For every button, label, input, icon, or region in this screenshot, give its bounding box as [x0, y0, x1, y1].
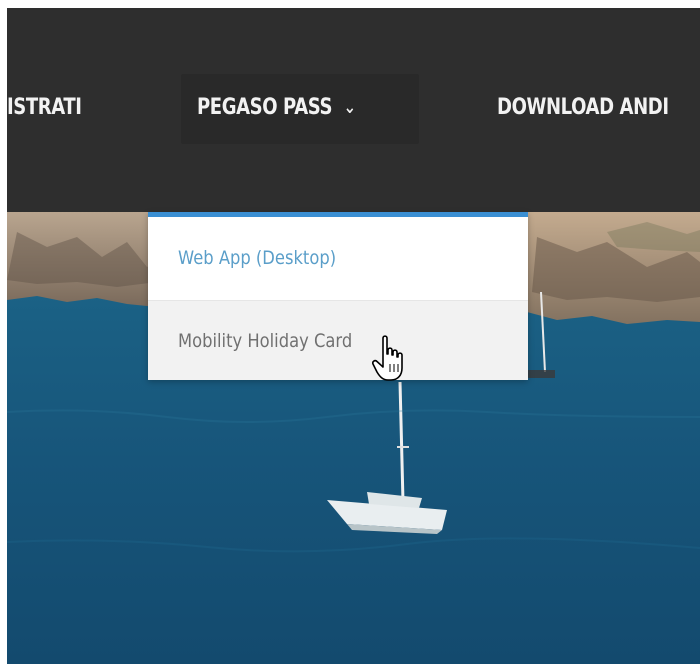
nav-item-label: DOWNLOAD ANDI: [497, 95, 669, 120]
dropdown-item-label: Web App (Desktop): [178, 247, 337, 269]
page-viewport: ISTRATI PEGASO PASS ⌄ DOWNLOAD ANDI Web …: [7, 8, 700, 664]
nav-item-registrati[interactable]: ISTRATI: [7, 94, 82, 122]
site-header: ISTRATI PEGASO PASS ⌄ DOWNLOAD ANDI: [7, 8, 700, 212]
nav-item-label: ISTRATI: [7, 95, 82, 120]
dropdown-item-mobility-holiday-card[interactable]: Mobility Holiday Card: [148, 300, 528, 380]
chevron-down-icon: ⌄: [343, 97, 356, 118]
pegaso-pass-dropdown: Web App (Desktop) Mobility Holiday Card: [148, 212, 528, 380]
nav-item-pegaso-pass[interactable]: PEGASO PASS ⌄: [197, 94, 356, 122]
dropdown-item-label: Mobility Holiday Card: [178, 330, 353, 352]
hand-pointer-icon: [372, 335, 403, 381]
dropdown-item-web-app[interactable]: Web App (Desktop): [148, 217, 528, 299]
nav-item-download[interactable]: DOWNLOAD ANDI: [497, 94, 669, 122]
nav-item-label: PEGASO PASS: [197, 95, 333, 120]
